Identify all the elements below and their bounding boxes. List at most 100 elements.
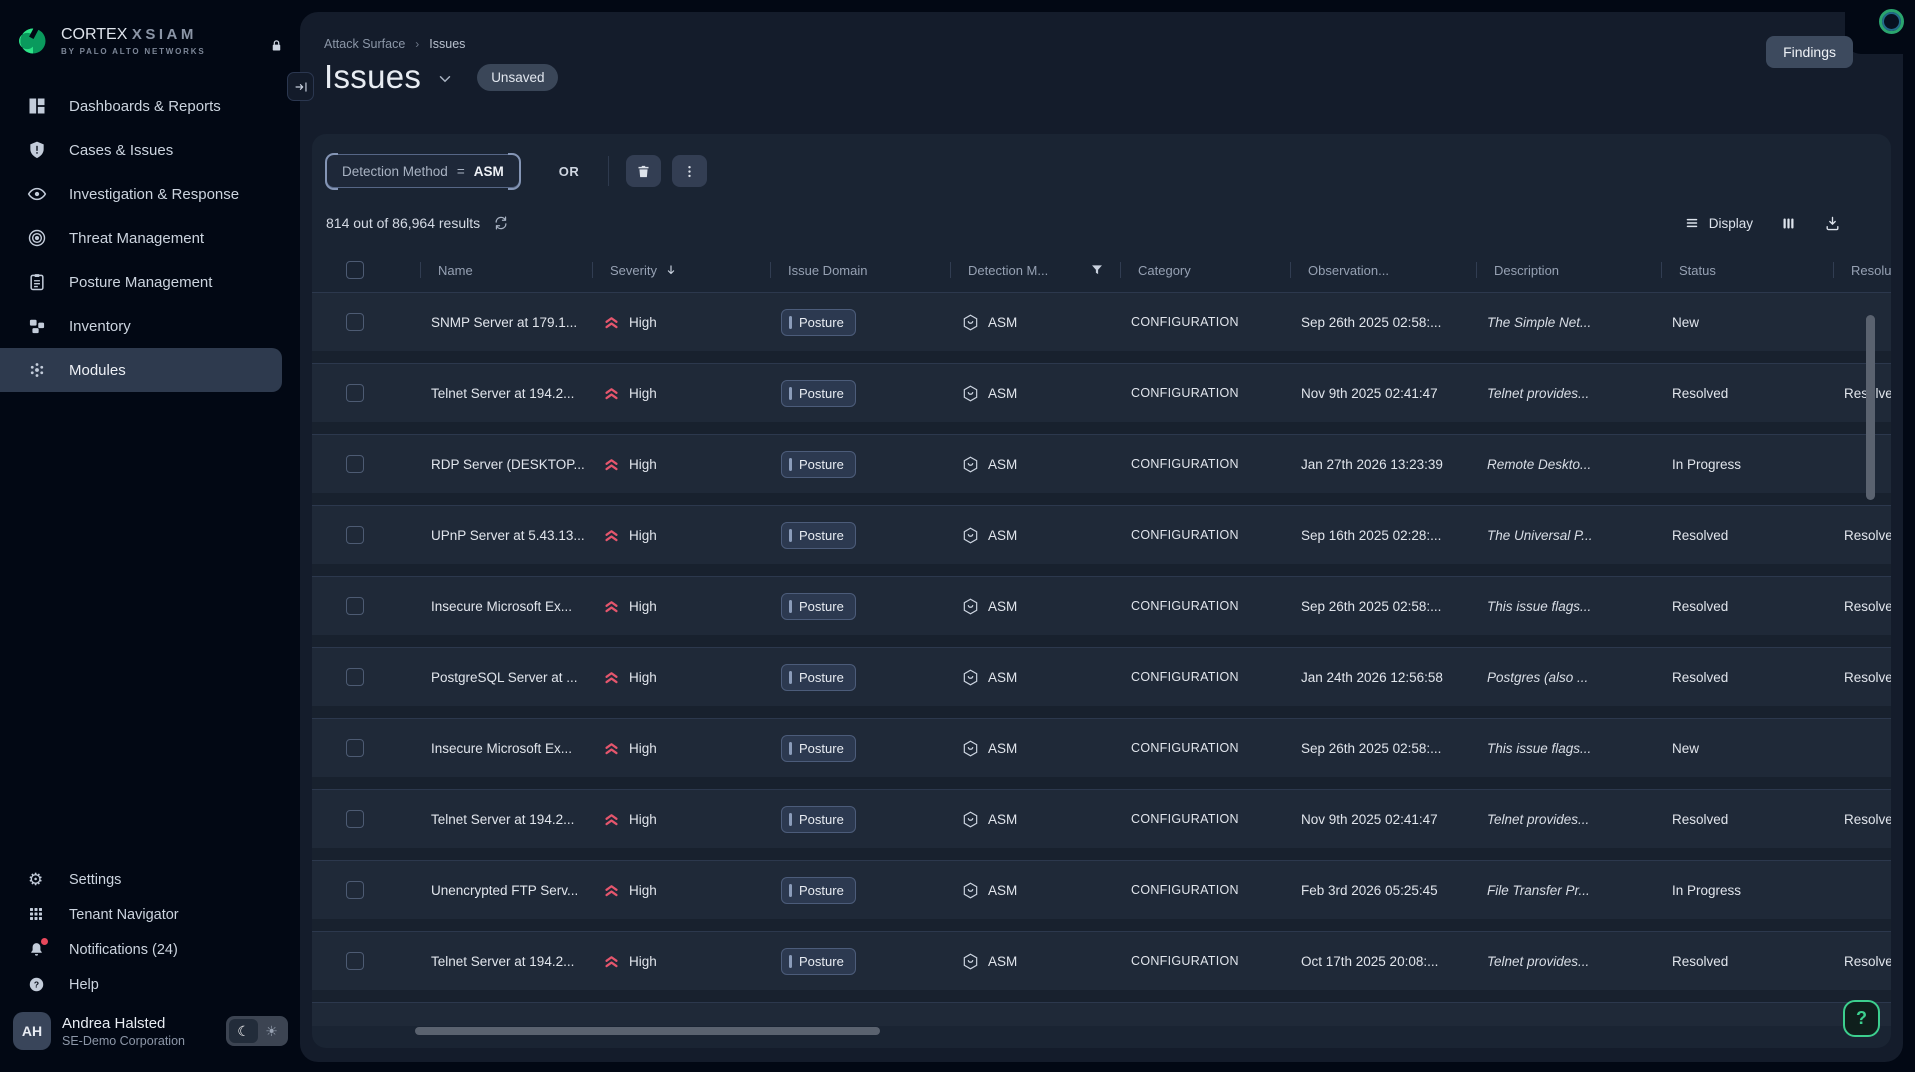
cell-issue-domain: Posture [770, 506, 950, 564]
cell-severity: High [592, 435, 770, 493]
select-all-checkbox[interactable] [346, 261, 364, 279]
row-checkbox[interactable] [346, 384, 364, 402]
row-checkbox[interactable] [346, 881, 364, 899]
grid-dots-icon [28, 906, 46, 924]
sidebar-lock-icon[interactable] [269, 38, 284, 53]
cell-detection-method: ASM [950, 790, 1120, 848]
severity-label: High [629, 528, 657, 543]
table-row[interactable]: SNMP Server at 179.1... High Posture ASM… [312, 292, 1891, 363]
sidebar-item-inventory[interactable]: Inventory [0, 304, 282, 348]
sidebar-item-settings[interactable]: ⚙ Settings [0, 862, 300, 897]
asm-hexagon-icon [961, 313, 980, 332]
asm-hexagon-icon [961, 881, 980, 900]
manage-columns-icon[interactable] [1780, 216, 1797, 231]
issues-table-card: Detection Method = ASM OR 814 out of 86,… [312, 134, 1891, 1048]
asm-hexagon-icon [961, 810, 980, 829]
cell-status: Resolved [1661, 577, 1833, 635]
cell-description: Telnet provides... [1476, 364, 1661, 422]
cell-select [340, 719, 420, 777]
horizontal-scrollbar-thumb[interactable] [415, 1027, 880, 1035]
row-checkbox[interactable] [346, 455, 364, 473]
sun-icon[interactable]: ☀ [258, 1019, 285, 1043]
header-category[interactable]: Category [1120, 248, 1290, 292]
download-icon[interactable] [1824, 215, 1841, 232]
user-profile[interactable]: AH Andrea Halsted SE-Demo Corporation ☾ … [0, 1002, 300, 1066]
cell-name: PostgreSQL Server at ... [420, 648, 592, 706]
severity-label: High [629, 812, 657, 827]
row-checkbox[interactable] [346, 526, 364, 544]
header-detection-method[interactable]: Detection M... [950, 248, 1120, 292]
refresh-icon[interactable] [493, 215, 509, 231]
display-button[interactable]: Display [1684, 216, 1753, 231]
row-checkbox[interactable] [346, 313, 364, 331]
user-org: SE-Demo Corporation [62, 1034, 185, 1048]
header-issue-domain[interactable]: Issue Domain [770, 248, 950, 292]
help-button[interactable]: ? [1843, 1000, 1880, 1037]
header-select-all[interactable] [340, 248, 420, 292]
sidebar-item-threat[interactable]: Threat Management [0, 216, 282, 260]
filter-connector[interactable]: OR [559, 164, 580, 179]
collapse-panel-icon[interactable] [287, 72, 314, 101]
issue-domain-badge: Posture [781, 593, 856, 620]
avatar[interactable]: AH [13, 1012, 51, 1050]
vertical-scrollbar-thumb[interactable] [1866, 315, 1875, 500]
title-chevron-down-icon[interactable] [436, 70, 454, 88]
filter-bar: Detection Method = ASM OR [312, 134, 1891, 188]
breadcrumb-current: Issues [429, 37, 465, 51]
sidebar-item-investigation[interactable]: Investigation & Response [0, 172, 282, 216]
sidebar: CORTEX XSIAM BY PALO ALTO NETWORKS Dashb… [0, 0, 300, 1072]
sidebar-item-label: Inventory [69, 318, 131, 335]
table-row[interactable]: Insecure Microsoft Ex... High Posture AS… [312, 576, 1891, 647]
notification-dot [41, 938, 48, 945]
row-checkbox[interactable] [346, 952, 364, 970]
header-severity[interactable]: Severity [592, 248, 770, 292]
moon-icon[interactable]: ☾ [229, 1019, 258, 1043]
findings-button[interactable]: Findings [1766, 36, 1853, 68]
cell-description: File Transfer Pr... [1476, 861, 1661, 919]
breadcrumb-root[interactable]: Attack Surface [324, 37, 405, 51]
table-row[interactable]: Unencrypted FTP Serv... High Posture ASM… [312, 860, 1891, 931]
header-observation[interactable]: Observation... [1290, 248, 1476, 292]
cell-name: Insecure Microsoft Ex... [420, 577, 592, 635]
table-row[interactable]: Telnet Server at 194.2... High Posture A… [312, 363, 1891, 434]
header-name[interactable]: Name [420, 248, 592, 292]
filter-funnel-icon[interactable] [1090, 263, 1104, 277]
sidebar-item-modules[interactable]: Modules [0, 348, 282, 392]
sidebar-item-cases-issues[interactable]: Cases & Issues [0, 128, 282, 172]
cell-observation: Feb 3rd 2026 05:25:45 [1290, 861, 1476, 919]
header-resolution[interactable]: Resolu... [1833, 248, 1891, 292]
issue-domain-badge: Posture [781, 877, 856, 904]
brand-logo: CORTEX XSIAM BY PALO ALTO NETWORKS [0, 0, 300, 62]
filter-more-options-button[interactable] [672, 155, 707, 187]
gear-icon: ⚙ [28, 871, 46, 889]
table-row[interactable]: UPnP Server at 5.43.13... High Posture A… [312, 505, 1891, 576]
cell-severity: High [592, 861, 770, 919]
sidebar-item-tenant-navigator[interactable]: Tenant Navigator [0, 897, 300, 932]
sidebar-item-posture[interactable]: Posture Management [0, 260, 282, 304]
help-circle-icon: ? [28, 976, 46, 994]
sidebar-item-dashboards[interactable]: Dashboards & Reports [0, 84, 282, 128]
row-checkbox[interactable] [346, 597, 364, 615]
table-row[interactable]: Telnet Server at 194.2... High Posture A… [312, 789, 1891, 860]
badge-accent-bar [789, 458, 792, 471]
user-info: Andrea Halsted SE-Demo Corporation [62, 1015, 185, 1048]
asm-hexagon-icon [961, 526, 980, 545]
header-description[interactable]: Description [1476, 248, 1661, 292]
header-status[interactable]: Status [1661, 248, 1833, 292]
cell-status: Resolved [1661, 648, 1833, 706]
recorder-indicator-icon[interactable] [1879, 9, 1904, 34]
delete-filter-button[interactable] [626, 155, 661, 187]
cell-select [340, 790, 420, 848]
clipboard-icon [27, 272, 47, 292]
filter-chip[interactable]: Detection Method = ASM [326, 154, 520, 188]
sidebar-item-help[interactable]: ? Help [0, 967, 300, 1002]
table-row[interactable]: Telnet Server at 194.2... High Posture A… [312, 931, 1891, 1002]
table-row[interactable]: PostgreSQL Server at ... High Posture AS… [312, 647, 1891, 718]
row-checkbox[interactable] [346, 668, 364, 686]
table-row[interactable]: Insecure Microsoft Ex... High Posture AS… [312, 718, 1891, 789]
row-checkbox[interactable] [346, 810, 364, 828]
row-checkbox[interactable] [346, 739, 364, 757]
sidebar-item-notifications[interactable]: Notifications (24) [0, 932, 300, 967]
table-row[interactable]: RDP Server (DESKTOP... High Posture ASM … [312, 434, 1891, 505]
theme-toggle[interactable]: ☾ ☀ [226, 1016, 288, 1046]
